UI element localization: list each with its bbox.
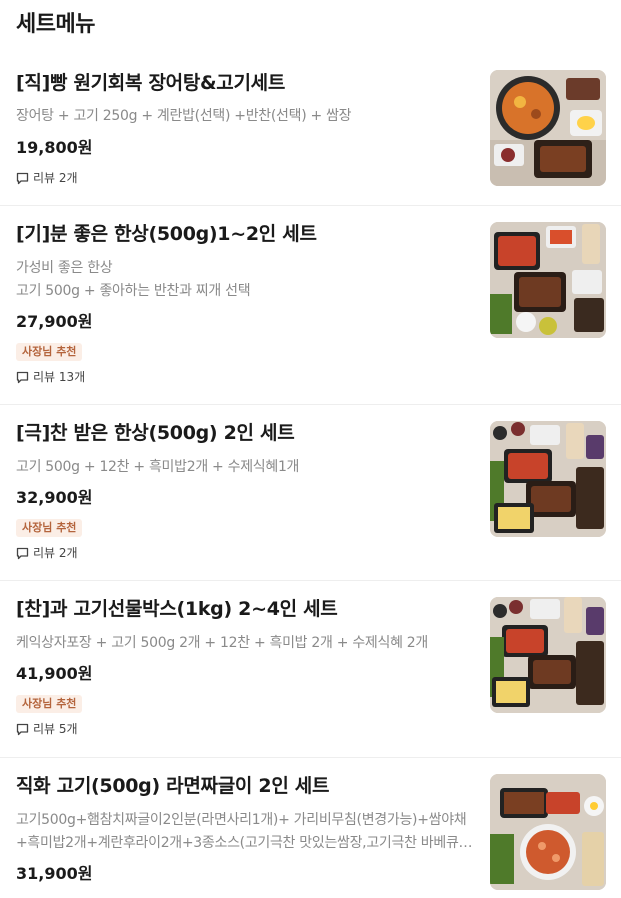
menu-item-description: 고기 500g + 12찬 + 흑미밥2개 + 수제식혜1개 — [16, 459, 300, 475]
menu-item-image[interactable] — [490, 222, 606, 338]
comment-icon — [16, 723, 29, 735]
menu-item-name[interactable]: [기]분 좋은 한상(500g)1~2인 세트 — [16, 221, 317, 247]
owner-recommend-badge: 사장님 추천 — [16, 695, 83, 713]
review-label: 리뷰 2개 — [33, 171, 78, 185]
comment-icon — [16, 172, 29, 184]
menu-item-description: +흑미밥2개+계란후라이2개+3종소스(고기극찬 맛있는쌈장,고기극찬 바베큐소… — [16, 835, 484, 851]
menu-item-price: 27,900원 — [16, 312, 93, 331]
menu-item-description: 케익상자포장 + 고기 500g 2개 + 12찬 + 흑미밥 2개 + 수제식… — [16, 635, 428, 651]
review-count[interactable]: 리뷰 13개 — [16, 369, 85, 385]
comment-icon — [16, 547, 29, 559]
menu-item-price: 32,900원 — [16, 488, 93, 507]
owner-recommend-badge: 사장님 추천 — [16, 519, 83, 537]
menu-item[interactable]: [찬]과 고기선물박스(1kg) 2~4인 세트 케익상자포장 + 고기 500… — [0, 581, 621, 758]
menu-item-name[interactable]: [극]찬 받은 한상(500g) 2인 세트 — [16, 420, 295, 446]
menu-item[interactable]: [극]찬 받은 한상(500g) 2인 세트 고기 500g + 12찬 + 흑… — [0, 405, 621, 581]
menu-item-description: 장어탕 + 고기 250g + 계란밥(선택) +반찬(선택) + 쌈장 — [16, 108, 352, 124]
review-label: 리뷰 2개 — [33, 546, 78, 560]
menu-item-image[interactable] — [490, 774, 606, 890]
comment-icon — [16, 371, 29, 383]
menu-item-name[interactable]: 직화 고기(500g) 라면짜글이 2인 세트 — [16, 773, 329, 799]
menu-item-image[interactable] — [490, 70, 606, 186]
review-count[interactable]: 리뷰 5개 — [16, 721, 78, 737]
menu-list: [직]빵 원기회복 장어탕&고기세트 장어탕 + 고기 250g + 계란밥(선… — [0, 58, 621, 898]
menu-item-price: 41,900원 — [16, 664, 93, 683]
review-count[interactable]: 리뷰 2개 — [16, 545, 78, 561]
menu-item-description: 고기 500g + 좋아하는 반찬과 찌개 선택 — [16, 283, 251, 299]
review-count[interactable]: 리뷰 2개 — [16, 170, 78, 186]
menu-item-name[interactable]: [직]빵 원기회복 장어탕&고기세트 — [16, 70, 285, 96]
menu-item-description: 가성비 좋은 한상 — [16, 260, 113, 276]
menu-item-image[interactable] — [490, 421, 606, 537]
menu-item-name[interactable]: [찬]과 고기선물박스(1kg) 2~4인 세트 — [16, 596, 338, 622]
review-label: 리뷰 13개 — [33, 370, 86, 384]
menu-item[interactable]: 직화 고기(500g) 라면짜글이 2인 세트 고기500g+햄참치짜글이2인분… — [0, 758, 621, 898]
menu-item-price: 19,800원 — [16, 138, 93, 157]
owner-recommend-badge: 사장님 추천 — [16, 343, 83, 361]
section-title: 세트메뉴 — [16, 12, 95, 37]
menu-item[interactable]: [기]분 좋은 한상(500g)1~2인 세트 가성비 좋은 한상 고기 500… — [0, 206, 621, 405]
menu-item-description: 고기500g+햄참치짜글이2인분(라면사리1개)+ 가리비무침(변경가능)+쌈야… — [16, 812, 467, 828]
review-label: 리뷰 5개 — [33, 722, 78, 736]
menu-item-price: 31,900원 — [16, 864, 93, 883]
menu-item-image[interactable] — [490, 597, 606, 713]
menu-item[interactable]: [직]빵 원기회복 장어탕&고기세트 장어탕 + 고기 250g + 계란밥(선… — [0, 58, 621, 206]
